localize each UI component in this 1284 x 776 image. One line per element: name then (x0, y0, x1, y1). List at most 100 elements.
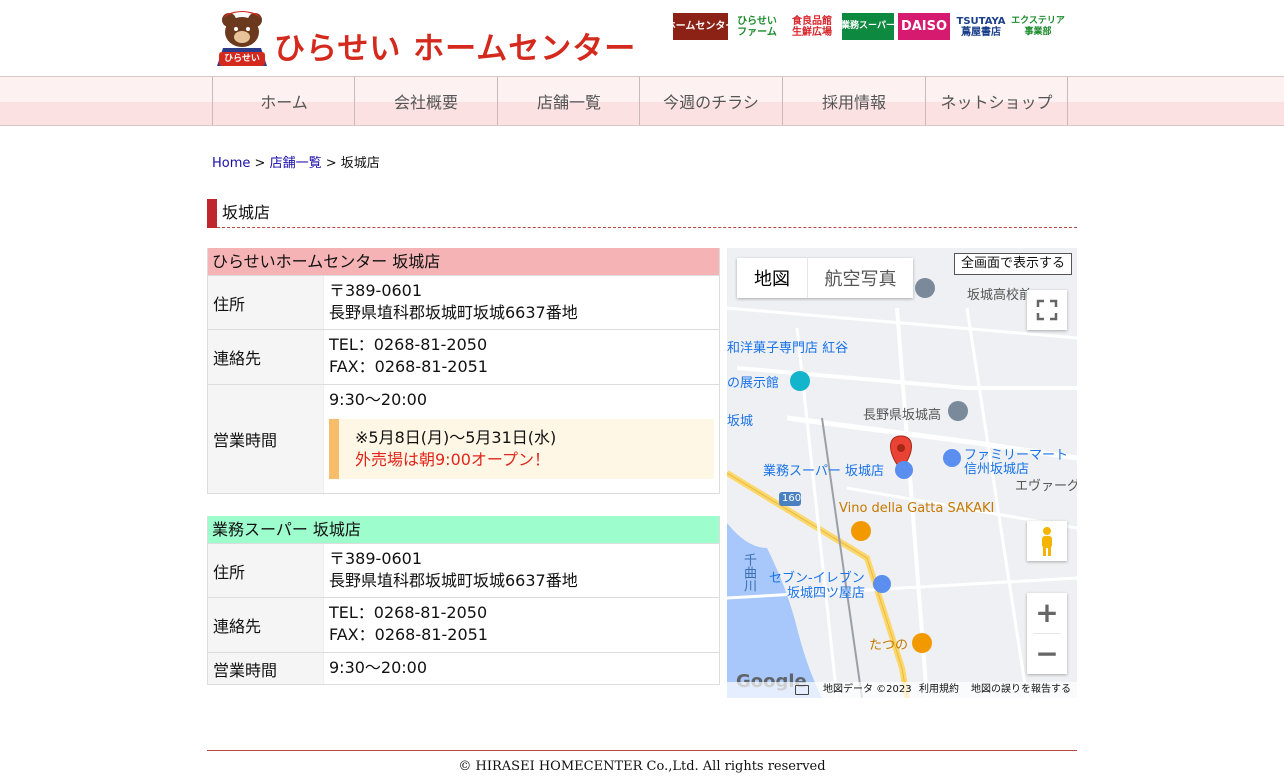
map-attribution-bar: 地図データ ©2023 利用規約 地図の誤りを報告する (727, 682, 1077, 698)
hours-notice: ※5月8日(月)～5月31日(水) 外売場は朝9:00オープン！ (329, 419, 714, 479)
hours-row: 営業時間 9:30～20:00 (208, 652, 719, 684)
contact-label: 連絡先 (208, 330, 324, 384)
hours-text: 9:30～20:00 (329, 390, 428, 409)
nav-label: 会社概要 (393, 93, 458, 112)
store-card-homecenter: ひらせいホームセンター 坂城店 住所 〒389-0601 長野県埴科郡坂城町坂城… (207, 248, 720, 494)
fax-text: FAX：0268-81-2051 (329, 625, 488, 644)
address-row: 住所 〒389-0601 長野県埴科郡坂城町坂城6637番地 (208, 543, 719, 597)
contact-row: 連絡先 TEL：0268-81-2050 FAX：0268-81-2051 (208, 329, 719, 384)
nav-label: 今週のチラシ (663, 93, 759, 112)
address-row: 住所 〒389-0601 長野県埴科郡坂城町坂城6637番地 (208, 275, 719, 329)
pegman-icon (1042, 527, 1052, 556)
breadcrumb: Home > 店舗一覧 > 坂城店 (212, 155, 380, 173)
map-label: 長野県坂城高 (863, 408, 942, 423)
street-view-pegman[interactable] (1027, 521, 1067, 561)
address-label: 住所 (208, 544, 324, 597)
copyright: © HIRASEI HOMECENTER Co.,Ltd. All rights… (458, 759, 826, 774)
nav-recruit[interactable]: 採用情報 (782, 77, 925, 125)
map-label: 和洋菓子専門店 紅谷 (727, 341, 849, 356)
map-label: Vino della Gatta SAKAKI (839, 501, 995, 516)
logo-badge-text: ひらせい (224, 54, 260, 64)
notice-period: ※5月8日(月)～5月31日(水) (355, 428, 557, 447)
map-label: 坂城 (727, 414, 754, 429)
hours-label: 営業時間 (208, 385, 324, 493)
nav-netshop[interactable]: ネットショップ (925, 77, 1068, 125)
contact-row: 連絡先 TEL：0268-81-2050 FAX：0268-81-2051 (208, 597, 719, 652)
map-label: たつの (869, 638, 909, 653)
banner-homecenter[interactable]: ホームセンター (673, 13, 728, 40)
notice-message: 外売場は朝9:00オープン！ (355, 450, 550, 469)
banner-label: ひらせい ファーム (737, 15, 777, 38)
map-label: 信州坂城店 (964, 462, 1030, 477)
address-value: 〒389-0601 長野県埴科郡坂城町坂城6637番地 (324, 544, 719, 597)
breadcrumb-current: 坂城店 (340, 156, 380, 171)
map-label: 坂城四ツ屋店 (787, 586, 866, 601)
banner-label: エクステリア 事業部 (1011, 15, 1065, 37)
store-name: ひらせいホームセンター 坂城店 (208, 248, 719, 275)
breadcrumb-separator: > (254, 156, 266, 171)
banner-shokuryo[interactable]: 食良品館 生鮮広場 (786, 13, 838, 40)
title-accent-bar (207, 199, 217, 228)
map-type-satellite-button[interactable]: 航空写真 (807, 258, 913, 298)
banner-daiso[interactable]: DAISO (898, 13, 950, 40)
bear-mascot-logo[interactable]: ひらせい (213, 10, 271, 68)
site-header: ひらせい ひらせい ホームセンター ホームセンター ひらせい ファーム 食良品館… (0, 0, 1284, 76)
route-shield-label: 160 (782, 493, 802, 504)
banner-tsutaya[interactable]: TSUTAYA 蔦屋書店 (953, 13, 1009, 40)
nav-label: 店舗一覧 (536, 93, 601, 112)
tel-text: TEL：0268-81-2050 (329, 335, 488, 354)
page-title: 坂城店 (222, 203, 271, 222)
fullscreen-icon (1036, 299, 1058, 321)
report-error-link[interactable]: 地図の誤りを報告する (971, 682, 1071, 698)
zoom-out-button[interactable]: − (1027, 634, 1067, 674)
fullscreen-button[interactable] (1027, 290, 1067, 330)
map-label: の展示館 (727, 376, 780, 391)
banner-exterior[interactable]: エクステリア 事業部 (1011, 13, 1065, 40)
map-type-map-button[interactable]: 地図 (737, 258, 807, 298)
map-label: ファミリーマート (964, 448, 1069, 463)
banner-label: ホームセンター (673, 21, 728, 32)
map-type-control: 地図 航空写真 (737, 258, 913, 298)
banner-label: 食良品館 生鮮広場 (792, 15, 832, 38)
map-label: 業務スーパー 坂城店 (763, 464, 885, 479)
nav-company[interactable]: 会社概要 (354, 77, 497, 125)
map-label: 坂城高校前 (967, 288, 1033, 303)
terms-link[interactable]: 利用規約 (919, 682, 959, 698)
nav-flyer[interactable]: 今週のチラシ (639, 77, 782, 125)
hours-label: 営業時間 (208, 653, 324, 684)
store-name: 業務スーパー 坂城店 (208, 516, 719, 543)
page-title-heading: 坂城店 (207, 199, 1077, 228)
map-label: 千曲川 (741, 553, 756, 592)
nav-label: 採用情報 (821, 93, 886, 112)
banner-gyomu-super[interactable]: 業務スーパー (842, 13, 894, 40)
postal-code: 〒389-0601 (329, 281, 423, 300)
fax-text: FAX：0268-81-2051 (329, 357, 488, 376)
breadcrumb-stores-link[interactable]: 店舗一覧 (270, 156, 322, 171)
nav-label: ネットショップ (940, 93, 1053, 112)
breadcrumb-home-link[interactable]: Home (212, 156, 250, 171)
address-label: 住所 (208, 276, 324, 329)
hours-row: 営業時間 9:30～20:00 ※5月8日(月)～5月31日(水) 外売場は朝9… (208, 384, 719, 493)
address-text: 長野県埴科郡坂城町坂城6637番地 (329, 303, 578, 322)
show-fullscreen-link[interactable]: 全画面で表示する (954, 253, 1073, 275)
nav-stores[interactable]: 店舗一覧 (497, 77, 640, 125)
banner-label: TSUTAYA 蔦屋書店 (956, 15, 1006, 38)
main-nav: ホーム 会社概要 店舗一覧 今週のチラシ 採用情報 ネットショップ (0, 76, 1284, 126)
google-map[interactable]: 坂城高校前 和洋菓子専門店 紅谷 の展示館 長野県坂城高 坂城 ファミリーマート… (727, 248, 1077, 698)
breadcrumb-separator: > (325, 156, 337, 171)
address-value: 〒389-0601 長野県埴科郡坂城町坂城6637番地 (324, 276, 719, 329)
banner-hirasei-farm[interactable]: ひらせい ファーム (731, 13, 783, 40)
nav-label: ホーム (260, 93, 308, 112)
map-label: セブン-イレブン (769, 571, 865, 586)
map-data-attribution: 地図データ ©2023 (823, 684, 912, 695)
contact-label: 連絡先 (208, 598, 324, 652)
keyboard-icon[interactable] (795, 685, 809, 695)
brand-banner-group: ホームセンター ひらせい ファーム 食良品館 生鮮広場 業務スーパー DAISO… (673, 13, 1065, 41)
footer-divider (207, 750, 1077, 751)
nav-home[interactable]: ホーム (212, 77, 355, 125)
contact-value: TEL：0268-81-2050 FAX：0268-81-2051 (324, 598, 719, 652)
zoom-in-button[interactable]: + (1027, 593, 1067, 633)
contact-value: TEL：0268-81-2050 FAX：0268-81-2051 (324, 330, 719, 384)
address-text: 長野県埴科郡坂城町坂城6637番地 (329, 571, 578, 590)
logo-text[interactable]: ひらせい ホームセンター (274, 32, 636, 66)
